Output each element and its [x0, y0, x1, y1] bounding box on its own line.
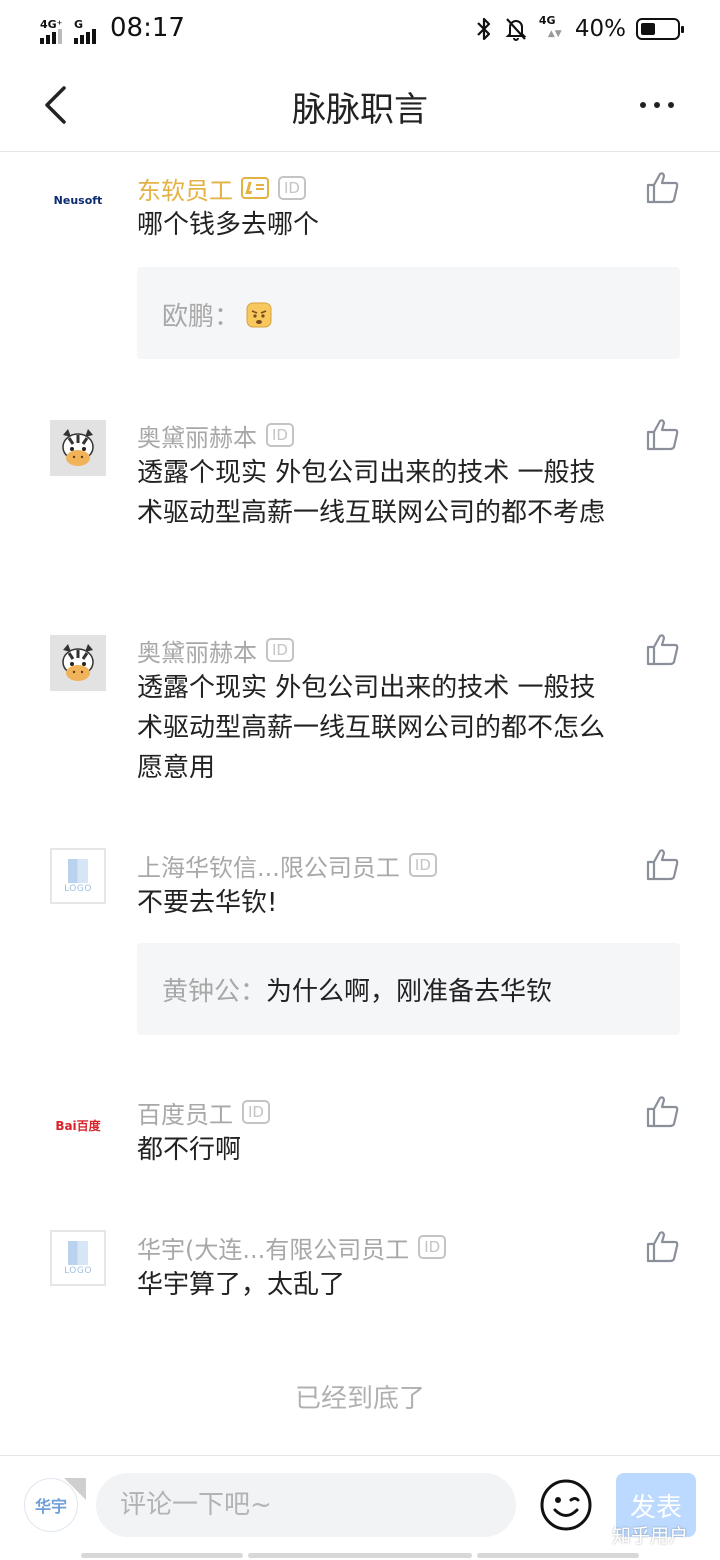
- avatar-logo-text: Bai百度: [55, 1118, 101, 1133]
- author-name[interactable]: 奥黛丽赫本: [137, 418, 257, 453]
- network-4g-icon: 4G ▲▼: [538, 14, 562, 39]
- emoji-angry-icon: [246, 302, 272, 327]
- home-indicator: [81, 1553, 243, 1558]
- thumbs-up-icon[interactable]: [645, 417, 681, 453]
- id-badge: ID: [418, 1235, 447, 1259]
- comment-text: 都不行啊: [137, 1135, 242, 1165]
- building-logo-icon: [68, 1240, 88, 1265]
- avatar-logo-text: LOGO: [64, 883, 92, 894]
- comment-text: 哪个钱多去哪个: [137, 210, 320, 240]
- author-row: 上海华钦信...限公司员工 ID: [137, 848, 437, 883]
- thumbs-up-icon[interactable]: [645, 1229, 681, 1265]
- building-logo-icon: [68, 858, 88, 883]
- author-row: 东软员工 ID: [137, 171, 306, 206]
- reply-line: 黄钟公： 为什么啊，刚准备去华钦: [162, 971, 552, 1008]
- author-row: 华宇(大连...有限公司员工 ID: [137, 1230, 447, 1265]
- battery-percent: 40%: [574, 16, 626, 42]
- mute-bell-icon: [503, 16, 529, 42]
- id-badge: ID: [408, 853, 437, 877]
- thumbs-up-icon[interactable]: [645, 170, 681, 206]
- bluetooth-icon: [475, 16, 493, 42]
- reply-author: 欧鹏：: [162, 302, 241, 332]
- comment-text: 透露个现实 外包公司出来的技术 一般技术驱动型高薪一线互联网公司的都不考虑: [137, 458, 606, 528]
- more-button[interactable]: [632, 80, 682, 130]
- thumbs-up-icon[interactable]: [645, 632, 681, 668]
- reply-box[interactable]: 黄钟公： 为什么啊，刚准备去华钦: [137, 943, 680, 1035]
- avatar[interactable]: [50, 635, 106, 691]
- author-name[interactable]: 奥黛丽赫本: [137, 633, 257, 668]
- author-name[interactable]: 华宇(大连...有限公司员工: [137, 1230, 409, 1265]
- avatar[interactable]: LOGO: [50, 848, 106, 904]
- thumbs-up-icon[interactable]: [645, 847, 681, 883]
- id-badge: ID: [242, 1100, 270, 1124]
- avatar[interactable]: Bai百度: [50, 1097, 106, 1153]
- nav-bar: 脉脉职言: [0, 58, 720, 152]
- comment-text: 不要去华钦!: [137, 888, 278, 918]
- avatar-logo-text: Neusoft: [53, 193, 103, 207]
- comment-text: 透露个现实 外包公司出来的技术 一般技术驱动型高薪一线互联网公司的都不怎么愿意用: [137, 673, 606, 783]
- battery-icon: [636, 18, 684, 40]
- network-type: 4G: [538, 14, 556, 27]
- id-badge: ID: [266, 423, 294, 447]
- author-name[interactable]: 东软员工: [137, 171, 233, 206]
- author-name[interactable]: 百度员工: [137, 1095, 233, 1130]
- sim1-signal-icon: 4G⁺: [38, 16, 72, 46]
- verified-badge-icon: [241, 177, 269, 199]
- comment-input[interactable]: [96, 1473, 516, 1537]
- thumbs-up-icon[interactable]: [645, 1094, 681, 1130]
- end-of-list-text: 已经到底了: [294, 1384, 425, 1414]
- status-time: 08:17: [110, 13, 185, 43]
- avatar[interactable]: Neusoft: [50, 172, 106, 228]
- avatar-logo-text: LOGO: [64, 1265, 92, 1276]
- reply-text: 为什么啊，刚准备去华钦: [266, 977, 553, 1007]
- reply-box[interactable]: 欧鹏：: [137, 267, 680, 359]
- reply-author: 黄钟公：: [162, 977, 267, 1007]
- watermark: 知乎用户: [612, 1525, 689, 1547]
- status-bar: 4G⁺ G 08:17 4G ▲▼ 40%: [0, 0, 720, 58]
- author-name[interactable]: 上海华钦信...限公司员工: [137, 848, 400, 883]
- author-row: 奥黛丽赫本 ID: [137, 418, 294, 453]
- home-indicator: [477, 1553, 639, 1558]
- zebra-avatar-icon: [62, 644, 94, 681]
- status-left: 4G⁺ G 08:17: [38, 10, 185, 46]
- avatar[interactable]: LOGO: [50, 1230, 106, 1286]
- page-title: 脉脉职言: [292, 90, 428, 130]
- emoji-button[interactable]: [539, 1478, 593, 1532]
- author-row: 百度员工 ID: [137, 1095, 270, 1130]
- my-avatar[interactable]: 华宇: [24, 1478, 86, 1540]
- author-row: 奥黛丽赫本 ID: [137, 633, 294, 668]
- zebra-avatar-icon: [62, 429, 94, 466]
- comment-text: 华宇算了，太乱了: [137, 1270, 346, 1300]
- reply-line: 欧鹏：: [162, 296, 272, 333]
- more-dots-icon: [640, 102, 646, 108]
- id-badge: ID: [266, 638, 294, 662]
- status-right: 4G ▲▼ 40%: [475, 12, 684, 46]
- sim2-signal-icon: G: [72, 16, 106, 46]
- avatar[interactable]: [50, 420, 106, 476]
- avatar-corner-icon: [64, 1478, 86, 1500]
- home-indicator: [248, 1553, 472, 1558]
- id-badge: ID: [278, 176, 306, 200]
